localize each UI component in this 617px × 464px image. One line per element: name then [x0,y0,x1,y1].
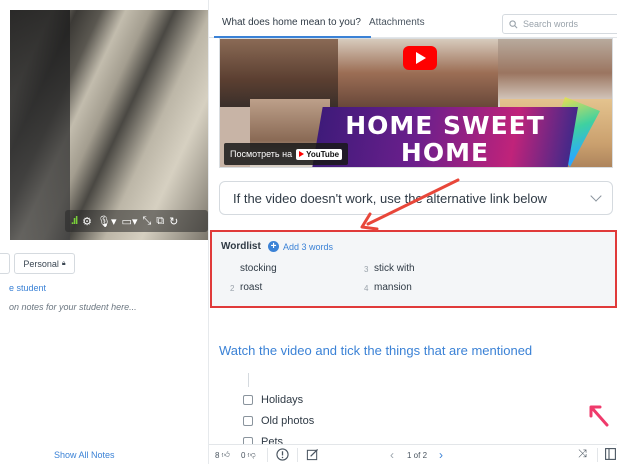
video-controls: .ıl ⚙ 🎙︎▾ ▭▾ ⤡ ⧉ ↻ [65,210,208,232]
checkbox-item[interactable]: Holidays [243,394,303,406]
toggle-panel-button[interactable] [605,448,616,460]
page-indicator: 1 of 2 [407,451,428,460]
video-thumbnail-person [220,39,338,107]
youtube-video-player[interactable]: HOME SWEET HOME Посмотреть на YouTube [219,38,613,168]
left-panel: .ıl ⚙ 🎙︎▾ ▭▾ ⤡ ⧉ ↻ Personal 🔒︎ e student… [0,0,208,464]
alternative-link-dropdown[interactable]: If the video doesn't work, use the alter… [219,181,613,215]
blur-background-icon[interactable]: ⧉ [156,215,164,228]
word-item[interactable]: roast [240,282,262,293]
like-button[interactable]: 8 👍︎ [215,450,230,460]
wordlist-panel: Wordlist + Add 3 words stocking 2 roast … [210,230,617,308]
previous-page-button[interactable]: ‹ [390,448,394,462]
personal-notes-chip[interactable]: Personal 🔒︎ [14,253,75,274]
toolbar-divider [297,448,298,462]
word-number: 4 [364,284,369,293]
edit-icon [306,448,319,461]
wordlist-title: Wordlist [221,241,261,252]
search-icon [509,19,518,28]
settings-icon[interactable]: ⚙ [82,215,92,228]
video-title-line2: HOME [400,138,490,167]
add-words-label: Add 3 words [283,241,334,252]
youtube-logo-icon [299,151,305,157]
task-title: Watch the video and tick the things that… [219,343,533,358]
search-words-input[interactable]: Search words [502,14,617,34]
student-link[interactable]: e student [9,283,46,293]
thumbs-down-icon: 👎︎ [247,450,256,459]
notes-placeholder[interactable]: on notes for your student here... [9,302,137,312]
chevron-right-icon: › [439,448,443,462]
youtube-logo-label: YouTube [306,149,340,159]
alert-circle-icon [276,448,289,461]
tab-what-does-home-mean[interactable]: What does home mean to you? [214,17,371,38]
task-separator [248,373,249,387]
refresh-icon[interactable]: ↻ [169,215,178,228]
word-item[interactable]: stocking [240,263,277,274]
video-title-line1: HOME SWEET [345,111,545,140]
chevron-down-icon [590,190,602,202]
chevron-left-icon: ‹ [390,448,394,462]
thumbs-up-icon: 👍︎ [221,450,230,459]
checkbox-label: Holidays [261,394,304,406]
shuffle-icon: ⤨ [578,448,587,460]
app-root: .ıl ⚙ 🎙︎▾ ▭▾ ⤡ ⧉ ↻ Personal 🔒︎ e student… [0,0,617,464]
add-words-button[interactable]: + Add 3 words [268,241,333,252]
camera-icon[interactable]: ▭▾ [122,215,138,228]
lesson-panel: What does home mean to you? Attachments … [209,0,617,464]
next-page-button[interactable]: › [439,448,443,462]
microphone-icon[interactable]: 🎙︎▾ [97,215,117,228]
pink-arrow-icon [589,405,609,427]
webcam-video [10,10,208,240]
toolbar-divider [267,448,268,462]
watch-on-label: Посмотреть на [230,149,293,159]
lock-icon: 🔒︎ [61,259,66,267]
video-thumbnail-person [498,39,612,107]
lesson-toolbar: 8 👍︎ 0 👎︎ ‹ 1 of 2 › ⤨ [209,444,617,464]
checkbox-item[interactable]: Old photos [243,415,314,427]
panel-toggle-icon [605,448,616,460]
collapse-icon[interactable]: ⤡ [142,215,151,228]
youtube-logo: YouTube [296,148,343,160]
search-placeholder: Search words [523,19,579,29]
word-item[interactable]: mansion [374,282,412,293]
like-count: 8 [215,450,220,460]
youtube-play-icon[interactable] [403,46,437,70]
signal-strength-icon: .ıl [71,215,78,227]
checkbox[interactable] [243,416,253,426]
tab-bar: What does home mean to you? Attachments … [209,10,617,38]
alternative-link-label: If the video doesn't work, use the alter… [233,190,547,206]
shuffle-button[interactable]: ⤨ [578,448,587,461]
plus-icon: + [268,241,279,252]
word-number: 3 [364,265,369,274]
dislike-count: 0 [241,450,246,460]
edit-button[interactable] [306,448,319,461]
toolbar-divider [597,448,598,462]
personal-chip-label: Personal [23,258,59,269]
word-item[interactable]: stick with [374,263,415,274]
word-number: 2 [230,284,235,293]
checkbox[interactable] [243,395,253,405]
dislike-button[interactable]: 0 👎︎ [241,450,256,460]
checkbox-label: Old photos [261,415,315,427]
show-all-notes-link[interactable]: Show All Notes [54,450,115,460]
tab-attachments[interactable]: Attachments [369,17,425,28]
report-issue-button[interactable] [276,448,289,461]
watch-on-youtube-button[interactable]: Посмотреть на YouTube [224,143,349,165]
chip-stub[interactable] [0,253,10,274]
